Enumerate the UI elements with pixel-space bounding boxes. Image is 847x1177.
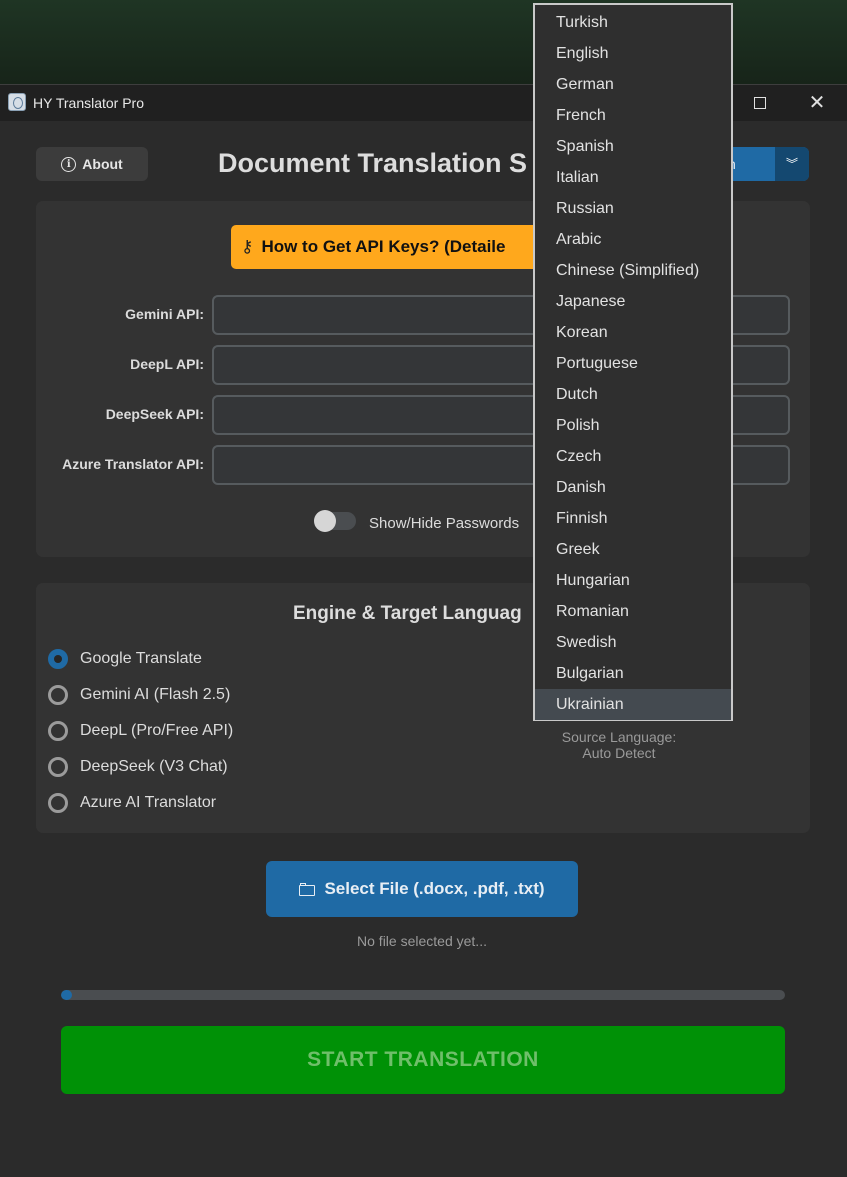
deepseek-api-label: DeepSeek API:	[105, 406, 204, 422]
language-option-czech[interactable]: Czech	[535, 441, 731, 472]
language-option-bulgarian[interactable]: Bulgarian	[535, 658, 731, 689]
file-status-text: No file selected yet...	[357, 933, 487, 949]
key-icon: ⚷	[241, 237, 254, 256]
engine-label: Google Translate	[80, 650, 202, 667]
gemini-api-label: Gemini API:	[125, 306, 204, 322]
language-option-danish[interactable]: Danish	[535, 472, 731, 503]
start-translation-button[interactable]: START TRANSLATION	[61, 1026, 785, 1094]
source-language-info: Source Language: Auto Detect	[526, 729, 712, 761]
progress-bar	[61, 990, 785, 1000]
window-title: HY Translator Pro	[33, 95, 145, 111]
api-keys-help-button[interactable]: ⚷ How to Get API Keys? (Detaile	[231, 225, 561, 269]
language-dropdown-list: Turkish English German French Spanish Italian…	[533, 3, 733, 721]
engine-option-gemini[interactable]: Gemini AI (Flash 2.5)	[48, 681, 230, 709]
engine-label: DeepSeek (V3 Chat)	[80, 758, 228, 775]
show-passwords-toggle[interactable]	[314, 510, 356, 532]
language-option-romanian[interactable]: Romanian	[535, 596, 731, 627]
show-passwords-label: Show/Hide Passwords	[369, 515, 520, 532]
deepl-api-label: DeepL API:	[130, 356, 204, 372]
language-option-german[interactable]: German	[535, 69, 731, 100]
language-option-turkish[interactable]: Turkish	[535, 7, 731, 38]
language-option-french[interactable]: French	[535, 100, 731, 131]
radio-unselected[interactable]	[48, 685, 68, 705]
close-icon[interactable]: ✕	[794, 85, 840, 121]
engine-option-deepl[interactable]: DeepL (Pro/Free API)	[48, 717, 233, 745]
language-option-russian[interactable]: Russian	[535, 193, 731, 224]
folder-open-icon	[299, 882, 316, 896]
azure-api-label: Azure Translator API:	[62, 456, 204, 472]
engine-option-deepseek[interactable]: DeepSeek (V3 Chat)	[48, 753, 228, 781]
language-option-finnish[interactable]: Finnish	[535, 503, 731, 534]
language-option-polish[interactable]: Polish	[535, 410, 731, 441]
maximize-icon[interactable]	[736, 85, 782, 121]
language-option-arabic[interactable]: Arabic	[535, 224, 731, 255]
about-button[interactable]: i About	[36, 147, 148, 181]
engine-label: Azure AI Translator	[80, 794, 217, 811]
chevron-down-icon[interactable]: ︾	[775, 147, 809, 181]
page-title: Document Translation S	[218, 148, 528, 178]
language-option-japanese[interactable]: Japanese	[535, 286, 731, 317]
app-logo-icon	[8, 93, 26, 111]
language-option-korean[interactable]: Korean	[535, 317, 731, 348]
radio-selected[interactable]	[48, 649, 68, 669]
language-option-spanish[interactable]: Spanish	[535, 131, 731, 162]
language-option-dutch[interactable]: Dutch	[535, 379, 731, 410]
engine-label: Gemini AI (Flash 2.5)	[80, 686, 231, 703]
language-option-greek[interactable]: Greek	[535, 534, 731, 565]
language-option-hungarian[interactable]: Hungarian	[535, 565, 731, 596]
progress-fill	[61, 990, 72, 1000]
source-language-value: Auto Detect	[582, 745, 656, 761]
select-file-label: Select File (.docx, .pdf, .txt)	[324, 879, 545, 898]
radio-unselected[interactable]	[48, 793, 68, 813]
source-language-label: Source Language:	[561, 729, 677, 745]
engine-option-azure[interactable]: Azure AI Translator	[48, 789, 216, 817]
language-option-swedish[interactable]: Swedish	[535, 627, 731, 658]
language-option-italian[interactable]: Italian	[535, 162, 731, 193]
language-option-ukrainian[interactable]: Ukrainian	[535, 689, 731, 720]
select-file-button[interactable]: Select File (.docx, .pdf, .txt)	[266, 861, 578, 917]
language-option-portuguese[interactable]: Portuguese	[535, 348, 731, 379]
about-label: About	[82, 156, 123, 172]
radio-unselected[interactable]	[48, 721, 68, 741]
engine-label: DeepL (Pro/Free API)	[80, 722, 234, 739]
engine-panel-title: Engine & Target Languag	[293, 603, 522, 624]
language-option-chinese-simplified[interactable]: Chinese (Simplified)	[535, 255, 731, 286]
language-option-english[interactable]: English	[535, 38, 731, 69]
engine-option-google[interactable]: Google Translate	[48, 645, 202, 673]
info-icon: i	[61, 156, 77, 172]
radio-unselected[interactable]	[48, 757, 68, 777]
toggle-knob	[314, 510, 336, 532]
api-keys-help-label: How to Get API Keys? (Detaile	[261, 237, 506, 256]
